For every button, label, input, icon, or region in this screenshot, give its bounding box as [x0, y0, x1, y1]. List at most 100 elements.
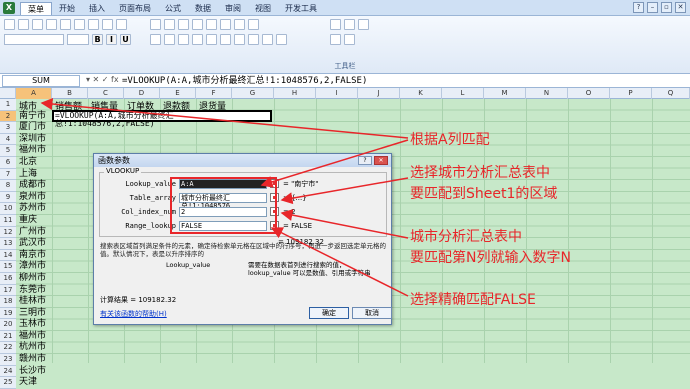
row-header[interactable]: 1: [0, 99, 16, 111]
row-header[interactable]: 16: [0, 272, 16, 285]
row-header[interactable]: 4: [0, 133, 16, 146]
list-item[interactable]: 泉州市: [19, 192, 46, 204]
column-header-b[interactable]: B: [52, 88, 88, 99]
find-icon[interactable]: [358, 19, 369, 30]
drawing-icon[interactable]: [248, 19, 259, 30]
list-item[interactable]: 南京市: [19, 250, 46, 262]
menu-item-data[interactable]: 数据: [188, 2, 218, 15]
list-item[interactable]: 厦门市: [19, 122, 46, 134]
active-cell-editor[interactable]: =VLOOKUP(A:A,城市分析最终汇总!1:1048576,2,FALSE): [52, 110, 272, 128]
list-item[interactable]: 上海: [19, 169, 46, 181]
column-header-k[interactable]: K: [400, 88, 442, 99]
row-header-selected[interactable]: 2: [0, 110, 16, 123]
row-header[interactable]: 24: [0, 365, 16, 378]
row-header[interactable]: 15: [0, 261, 16, 273]
menu-item-review[interactable]: 审阅: [218, 2, 248, 15]
select-all-corner[interactable]: [0, 88, 16, 99]
copy-icon[interactable]: [102, 19, 113, 30]
row-header[interactable]: 8: [0, 180, 16, 192]
row-header[interactable]: 19: [0, 307, 16, 320]
fill-color-icon[interactable]: [262, 34, 273, 45]
close-icon[interactable]: ✕: [675, 2, 686, 13]
row-header[interactable]: 22: [0, 342, 16, 355]
chart-icon[interactable]: [234, 19, 245, 30]
column-header-l[interactable]: L: [442, 88, 484, 99]
print-icon[interactable]: [46, 19, 57, 30]
column-header-i[interactable]: I: [316, 88, 358, 99]
list-item[interactable]: 桂林市: [19, 296, 46, 308]
zoom-icon[interactable]: [330, 19, 341, 30]
list-item[interactable]: 南宁市: [19, 111, 46, 123]
undo-icon[interactable]: [150, 19, 161, 30]
dialog-close-icon[interactable]: ✕: [374, 156, 388, 165]
row-header[interactable]: 3: [0, 122, 16, 134]
open-icon[interactable]: [18, 19, 29, 30]
column-header-f[interactable]: F: [196, 88, 232, 99]
app-logo-icon[interactable]: X: [3, 2, 15, 14]
column-header-e[interactable]: E: [160, 88, 196, 99]
percent-icon[interactable]: [220, 34, 231, 45]
font-color-icon[interactable]: [276, 34, 287, 45]
row-header[interactable]: 6: [0, 156, 16, 169]
menu-item-formulas[interactable]: 公式: [158, 2, 188, 15]
list-item[interactable]: 北京: [19, 157, 46, 169]
comma-icon[interactable]: [234, 34, 245, 45]
list-item[interactable]: 三明市: [19, 308, 46, 320]
row-header[interactable]: 9: [0, 191, 16, 204]
list-item[interactable]: 成都市: [19, 180, 46, 192]
list-item[interactable]: 天津: [19, 377, 46, 389]
ok-button[interactable]: 确定: [309, 307, 349, 319]
list-item[interactable]: 赣州市: [19, 354, 46, 366]
formula-buttons[interactable]: ▾ ✕ ✓ fx: [86, 75, 119, 84]
column-header-p[interactable]: P: [610, 88, 652, 99]
column-header-j[interactable]: J: [358, 88, 400, 99]
list-item[interactable]: 福州市: [19, 331, 46, 343]
menu-item-page-layout[interactable]: 页面布局: [112, 2, 158, 15]
column-header-d[interactable]: D: [124, 88, 160, 99]
menu-item-developer[interactable]: 开发工具: [278, 2, 324, 15]
new-icon[interactable]: [4, 19, 15, 30]
row-header[interactable]: 13: [0, 238, 16, 250]
row-header[interactable]: 7: [0, 168, 16, 181]
menu-item-view[interactable]: 视图: [248, 2, 278, 15]
column-header-c[interactable]: C: [88, 88, 124, 99]
list-item[interactable]: 柳州市: [19, 273, 46, 285]
list-item[interactable]: 杭州市: [19, 342, 46, 354]
align-center-icon[interactable]: [164, 34, 175, 45]
merge-icon[interactable]: [192, 34, 203, 45]
row-header[interactable]: 11: [0, 214, 16, 227]
list-item[interactable]: 长沙市: [19, 366, 46, 378]
menu-item-caidan[interactable]: 菜单: [20, 2, 52, 15]
help-icon[interactable]: ?: [633, 2, 644, 13]
currency-icon[interactable]: [206, 34, 217, 45]
row-header[interactable]: 10: [0, 203, 16, 215]
column-header-q[interactable]: Q: [652, 88, 690, 99]
column-header-a[interactable]: A: [16, 88, 52, 99]
filter-icon[interactable]: [344, 19, 355, 30]
row-header[interactable]: 25: [0, 377, 16, 389]
spellcheck-icon[interactable]: [74, 19, 85, 30]
minimize-icon[interactable]: –: [647, 2, 658, 13]
column-header-g[interactable]: G: [232, 88, 274, 99]
row-header[interactable]: 14: [0, 249, 16, 262]
list-item[interactable]: 玉林市: [19, 319, 46, 331]
list-item[interactable]: 重庆: [19, 215, 46, 227]
row-header[interactable]: 23: [0, 354, 16, 366]
preview-icon[interactable]: [60, 19, 71, 30]
formula-input[interactable]: =VLOOKUP(A:A,城市分析最终汇总!1:1048576,2,FALSE): [122, 75, 367, 87]
row-header[interactable]: 21: [0, 330, 16, 343]
column-header-n[interactable]: N: [526, 88, 568, 99]
sort-asc-icon[interactable]: [206, 19, 217, 30]
menu-item-home[interactable]: 开始: [52, 2, 82, 15]
list-item[interactable]: 武汉市: [19, 238, 46, 250]
row-header[interactable]: 12: [0, 226, 16, 239]
font-size-select[interactable]: [67, 34, 89, 45]
font-name-select[interactable]: [4, 34, 64, 45]
paste-icon[interactable]: [116, 19, 127, 30]
bold-icon[interactable]: B: [92, 34, 103, 45]
row-header[interactable]: 18: [0, 296, 16, 308]
save-icon[interactable]: [32, 19, 43, 30]
list-item[interactable]: 深圳市: [19, 134, 46, 146]
column-header-m[interactable]: M: [484, 88, 526, 99]
list-item[interactable]: 漳州市: [19, 261, 46, 273]
